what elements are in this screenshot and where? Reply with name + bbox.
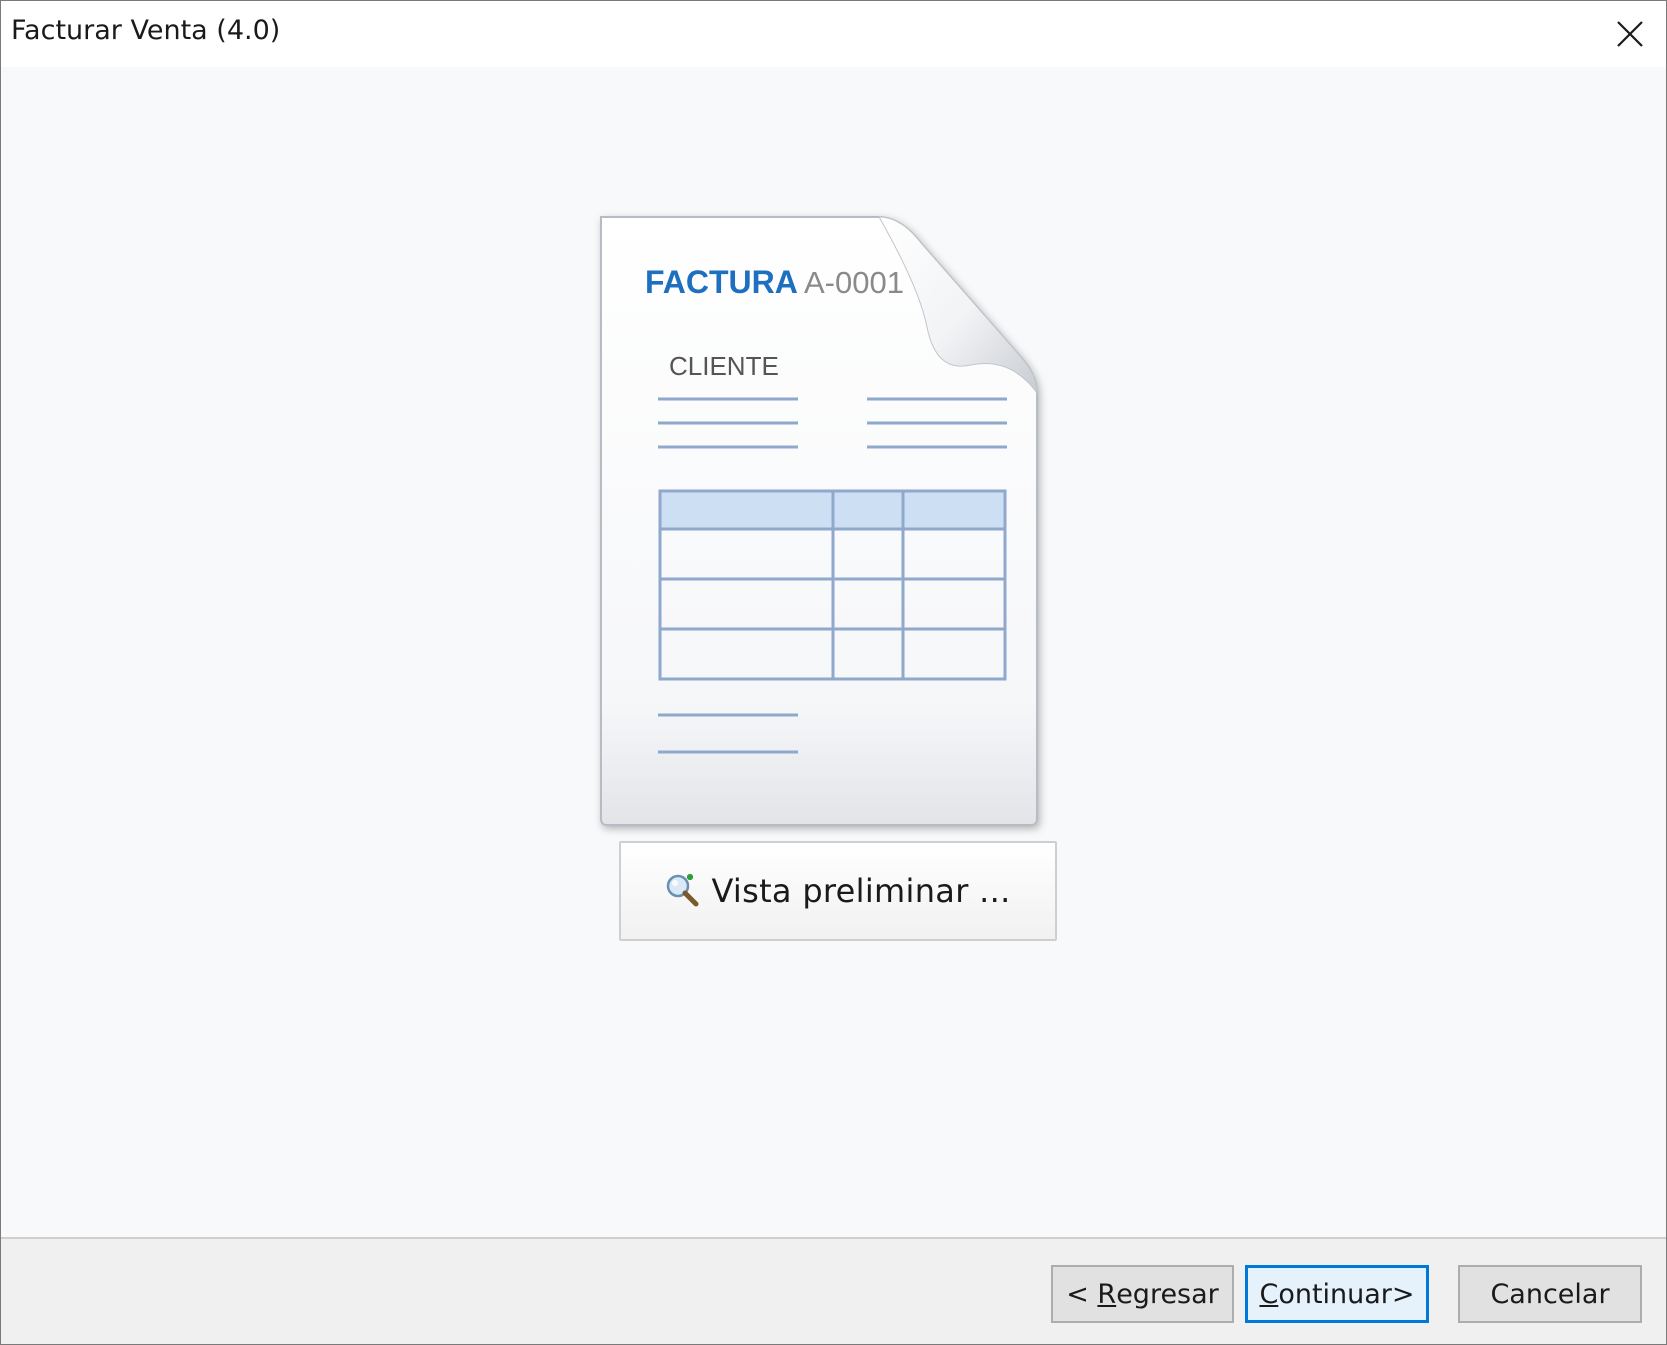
back-button-label: egresar (1116, 1278, 1219, 1310)
back-button-mnemonic: R (1097, 1278, 1117, 1310)
back-button-prefix: < (1066, 1278, 1098, 1310)
continue-button-label: ontinuar> (1278, 1278, 1415, 1310)
close-icon (1617, 21, 1643, 47)
cancel-button[interactable]: Cancelar (1458, 1265, 1642, 1323)
continue-button[interactable]: Continuar> (1245, 1265, 1429, 1323)
main-content: FACTURA A-0001 CLIENTE Vista preliminar … (1, 67, 1666, 1237)
back-button[interactable]: < Regresar (1051, 1265, 1234, 1323)
magnifier-plus-icon (667, 874, 699, 907)
preview-button[interactable]: Vista preliminar ... (619, 841, 1057, 941)
invoice-document-illustration: FACTURA A-0001 CLIENTE (600, 216, 1038, 826)
close-button[interactable] (1594, 1, 1666, 67)
cancel-button-label: Cancelar (1490, 1278, 1610, 1310)
continue-button-mnemonic: C (1259, 1278, 1279, 1310)
footer-bar: < Regresar Continuar> Cancelar (1, 1239, 1666, 1344)
preview-button-label: Vista preliminar ... (711, 872, 1011, 910)
title-bar: Facturar Venta (4.0) (1, 1, 1666, 67)
client-label: CLIENTE (669, 351, 779, 381)
invoice-heading: FACTURA (645, 264, 798, 300)
dialog-window: Facturar Venta (4.0) FACTURA A-0001 CLIE… (0, 0, 1667, 1345)
window-title: Facturar Venta (4.0) (11, 15, 281, 46)
invoice-number: A-0001 (804, 265, 904, 300)
